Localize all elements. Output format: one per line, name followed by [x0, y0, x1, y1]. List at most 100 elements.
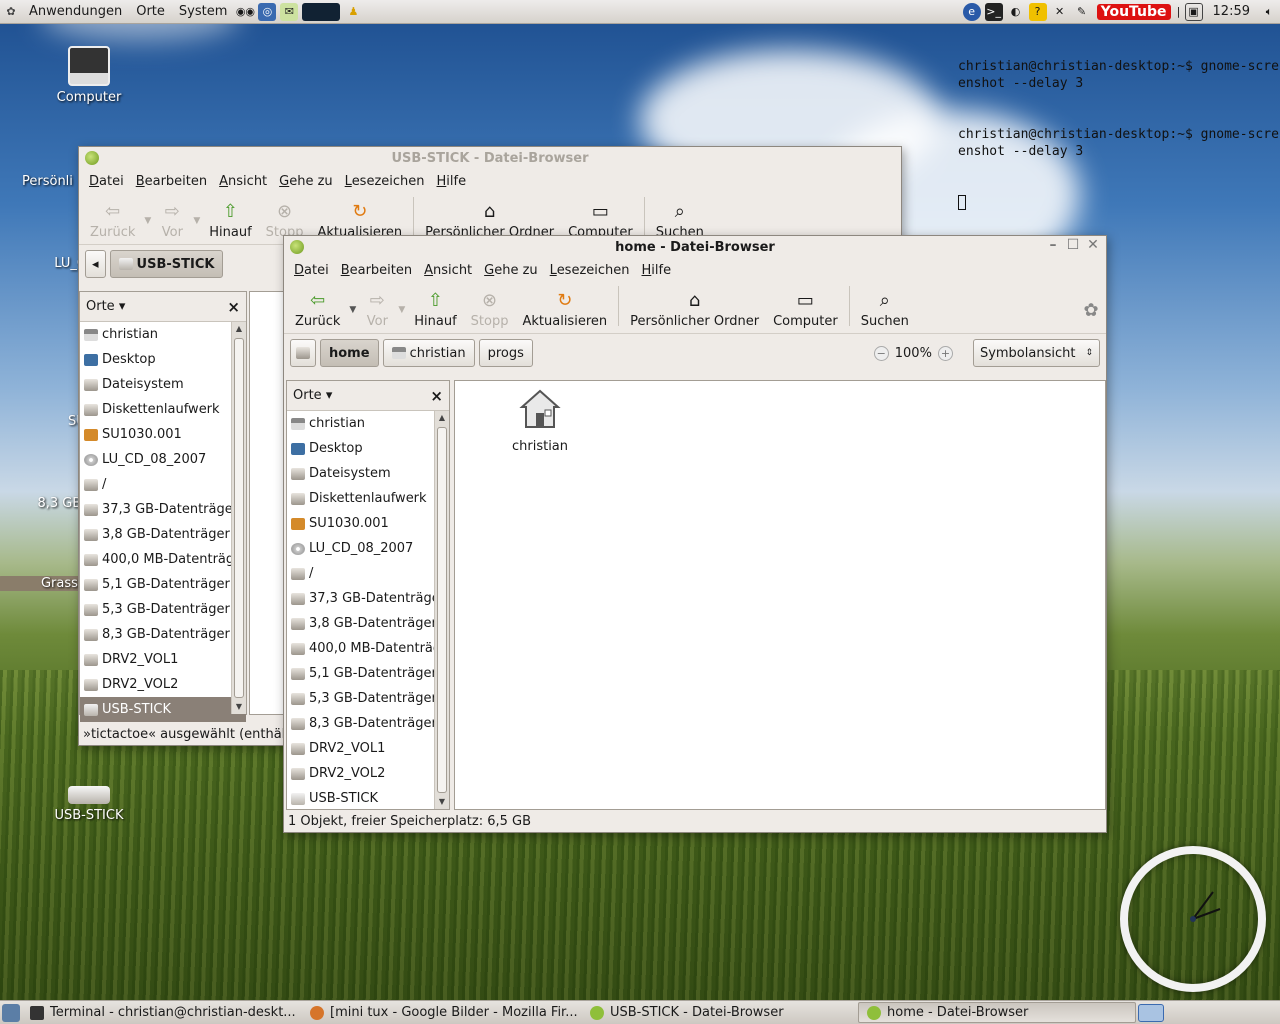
forward-button[interactable]: ⇨ Vor	[153, 200, 191, 241]
forward-history-dropdown[interactable]: ▼	[396, 305, 407, 315]
tool-icon[interactable]: ✎	[1073, 3, 1091, 21]
place-usb-stick[interactable]: USB-STICK	[80, 697, 246, 722]
network-icon[interactable]: ✕	[1051, 3, 1069, 21]
gimp-icon[interactable]: ◐	[1007, 3, 1025, 21]
desktop-icon-computer[interactable]: Computer	[44, 46, 134, 105]
scroll-up-icon[interactable]: ▲	[232, 322, 246, 336]
place-christian[interactable]: christian	[80, 322, 246, 347]
path-root-button[interactable]	[290, 339, 316, 367]
place-drv2-vol1[interactable]: DRV2_VOL1	[80, 647, 246, 672]
place-drive-37[interactable]: 37,3 GB-Datenträger	[80, 497, 246, 522]
place-drive-5-1[interactable]: 5,1 GB-Datenträger	[287, 661, 449, 686]
stop-button[interactable]: ⊗ Stopp	[464, 289, 516, 330]
menu-edit[interactable]: Bearbeiten	[335, 263, 418, 278]
menu-system[interactable]: System	[172, 4, 234, 19]
menu-edit[interactable]: Bearbeiten	[130, 174, 213, 189]
scroll-down-icon[interactable]: ▼	[435, 795, 449, 809]
file-view[interactable]: christian	[454, 380, 1106, 810]
search-button[interactable]: ⌕ Suchen	[649, 200, 711, 241]
place-drive-8-3[interactable]: 8,3 GB-Datenträger	[80, 622, 246, 647]
home-folder-button[interactable]: ⌂ Persönlicher Ordner	[418, 200, 561, 241]
menu-file[interactable]: Datei	[83, 174, 130, 189]
path-button-progs[interactable]: progs	[478, 339, 533, 367]
menu-bookmarks[interactable]: Lesezeichen	[339, 174, 431, 189]
minimize-icon[interactable]: –	[1046, 238, 1060, 252]
place-christian[interactable]: christian	[287, 411, 449, 436]
scroll-thumb[interactable]	[437, 427, 447, 793]
analog-clock[interactable]	[1120, 846, 1266, 992]
reload-button[interactable]: ↻ Aktualisieren	[310, 200, 409, 241]
computer-button[interactable]: ▭ Computer	[766, 289, 845, 330]
place-filesystem[interactable]: Dateisystem	[287, 461, 449, 486]
place-drive-5-1[interactable]: 5,1 GB-Datenträger	[80, 572, 246, 597]
path-button-christian[interactable]: christian	[382, 339, 475, 367]
close-sidebar-icon[interactable]: ×	[227, 298, 240, 316]
up-button[interactable]: ⇧ Hinauf	[202, 200, 258, 241]
sidebar-mode-select[interactable]: Orte ▾	[293, 388, 332, 403]
menu-bookmarks[interactable]: Lesezeichen	[544, 263, 636, 278]
terminal-output[interactable]: christian@christian-desktop:~$ gnome-scr…	[958, 24, 1280, 228]
menu-help[interactable]: Hilfe	[431, 174, 473, 189]
menu-applications[interactable]: Anwendungen	[22, 4, 129, 19]
place-drv2-vol2[interactable]: DRV2_VOL2	[80, 672, 246, 697]
menu-help[interactable]: Hilfe	[636, 263, 678, 278]
search-button[interactable]: ⌕ Suchen	[854, 289, 916, 330]
place-drive-8-3[interactable]: 8,3 GB-Datenträger	[287, 711, 449, 736]
volume-icon[interactable]: 🔈︎	[1260, 3, 1278, 21]
place-drive-5-3[interactable]: 5,3 GB-Datenträger	[287, 686, 449, 711]
window-titlebar[interactable]: USB-STICK - Datei-Browser	[79, 147, 901, 169]
desktop-icon-usb[interactable]: USB-STICK	[44, 786, 134, 823]
display-icon[interactable]: ▣	[1184, 2, 1203, 21]
forward-button[interactable]: ⇨ Vor	[358, 289, 396, 330]
workspace-switcher-icon[interactable]	[1138, 1003, 1164, 1022]
task-home-browser[interactable]: home - Datei-Browser	[858, 1002, 1136, 1023]
firefox-icon[interactable]: e	[962, 2, 981, 21]
place-su1030[interactable]: SU1030.001	[287, 511, 449, 536]
sidebar-scrollbar[interactable]: ▲ ▼	[434, 411, 449, 809]
place-root[interactable]: /	[287, 561, 449, 586]
menu-view[interactable]: Ansicht	[418, 263, 478, 278]
task-firefox[interactable]: [mini tux - Google Bilder - Mozilla Fir.…	[302, 1002, 582, 1023]
file-item[interactable]: christian	[495, 387, 585, 454]
window-home[interactable]: home - Datei-Browser – ☐ ✕ Datei Bearbei…	[283, 235, 1107, 833]
place-drive-3-8[interactable]: 3,8 GB-Datenträger	[80, 522, 246, 547]
place-desktop[interactable]: Desktop	[287, 436, 449, 461]
back-history-dropdown[interactable]: ▼	[347, 305, 358, 315]
place-lu-cd[interactable]: LU_CD_08_2007	[287, 536, 449, 561]
sidebar-mode-select[interactable]: Orte ▾	[86, 299, 125, 314]
show-desktop-icon[interactable]	[2, 1003, 20, 1022]
place-drive-3-8[interactable]: 3,8 GB-Datenträger	[287, 611, 449, 636]
place-floppy[interactable]: Diskettenlaufwerk	[80, 397, 246, 422]
scroll-up-icon[interactable]: ▲	[435, 411, 449, 425]
tux-icon[interactable]: ♟	[344, 3, 362, 21]
youtube-launcher[interactable]: YouTube	[1096, 3, 1171, 20]
path-back-arrow[interactable]: ◂	[85, 250, 106, 278]
scroll-down-icon[interactable]: ▼	[232, 700, 246, 714]
place-drive-37[interactable]: 37,3 GB-Datenträger	[287, 586, 449, 611]
place-filesystem[interactable]: Dateisystem	[80, 372, 246, 397]
close-icon[interactable]: ✕	[1086, 238, 1100, 252]
place-usb-stick[interactable]: USB-STICK	[287, 786, 449, 811]
system-monitor-icon[interactable]	[302, 2, 341, 21]
forward-history-dropdown[interactable]: ▼	[191, 216, 202, 226]
terminal-icon[interactable]: >_	[984, 2, 1003, 21]
place-su1030[interactable]: SU1030.001	[80, 422, 246, 447]
browser-icon[interactable]: ◎	[258, 2, 277, 21]
place-floppy[interactable]: Diskettenlaufwerk	[287, 486, 449, 511]
task-usb-stick-browser[interactable]: USB-STICK - Datei-Browser	[582, 1002, 858, 1023]
computer-button[interactable]: ▭ Computer	[561, 200, 640, 241]
mail-icon[interactable]: ✉	[280, 2, 299, 21]
maximize-icon[interactable]: ☐	[1066, 238, 1080, 252]
desktop-icon-drive[interactable]: 8,3 GB-	[0, 452, 87, 511]
eyes-icon[interactable]: ◉◉	[236, 3, 255, 21]
menu-go[interactable]: Gehe zu	[478, 263, 544, 278]
path-button-usb-stick[interactable]: USB-STICK	[109, 250, 224, 278]
place-desktop[interactable]: Desktop	[80, 347, 246, 372]
sidebar-scrollbar[interactable]: ▲ ▼	[231, 322, 246, 714]
zoom-out-icon[interactable]: −	[873, 345, 889, 361]
back-button[interactable]: ⇦ Zurück	[288, 289, 347, 330]
panel-clock[interactable]: 12:59	[1213, 4, 1250, 19]
close-sidebar-icon[interactable]: ×	[430, 387, 443, 405]
zoom-in-icon[interactable]: +	[937, 345, 953, 361]
up-button[interactable]: ⇧ Hinauf	[407, 289, 463, 330]
